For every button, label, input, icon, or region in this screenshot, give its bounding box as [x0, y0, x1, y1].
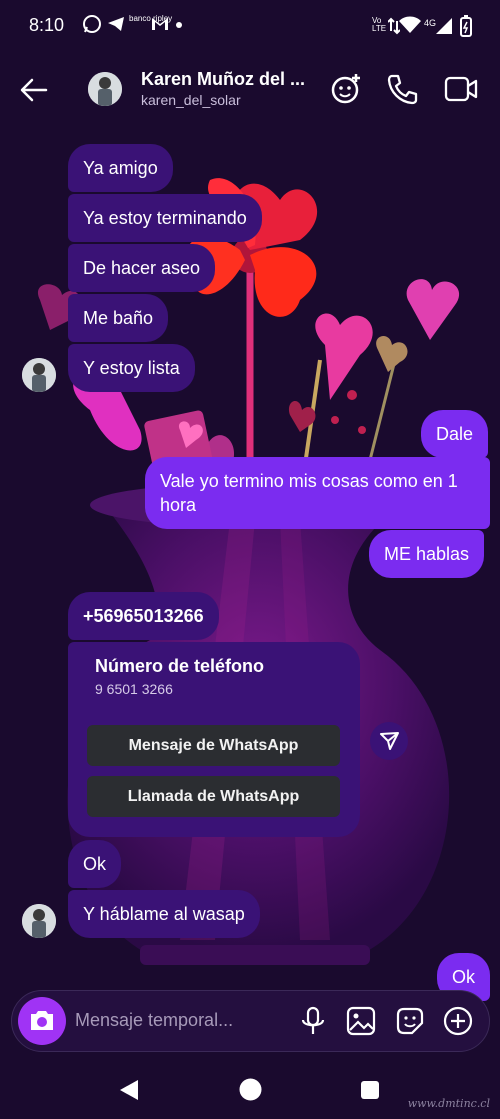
volte-icon: Vo LTE	[372, 16, 387, 33]
phone-call-icon[interactable]	[386, 72, 420, 106]
telegram-icon	[108, 17, 124, 31]
recents-square-icon[interactable]	[360, 1080, 380, 1100]
microphone-icon[interactable]	[297, 1005, 329, 1037]
card-phone-number: 9 6501 3266	[95, 681, 173, 697]
message-incoming[interactable]: Y háblame al wasap	[68, 890, 260, 938]
watermark: www.dmtinc.cl	[407, 1097, 490, 1110]
message-incoming[interactable]: Ok	[68, 840, 122, 888]
sender-avatar[interactable]	[22, 358, 56, 392]
send-icon	[380, 732, 399, 750]
camera-icon	[31, 1011, 53, 1030]
plus-icon[interactable]	[442, 1005, 474, 1037]
sticker-icon[interactable]	[394, 1005, 426, 1037]
effects-icon[interactable]	[329, 72, 363, 106]
video-call-icon[interactable]	[444, 72, 478, 106]
contact-username[interactable]: karen_del_solar	[141, 92, 241, 108]
gmail-icon	[152, 18, 168, 30]
contact-avatar[interactable]	[88, 72, 122, 106]
battery-icon	[460, 15, 472, 37]
message-incoming[interactable]: Me baño	[68, 294, 169, 342]
camera-button[interactable]	[18, 997, 66, 1045]
message-phone-number[interactable]: +56965013266	[68, 592, 219, 640]
contact-name[interactable]: Karen Muñoz del ...	[141, 69, 305, 90]
message-incoming[interactable]: Y estoy lista	[68, 344, 195, 392]
message-incoming[interactable]: De hacer aseo	[68, 244, 216, 292]
back-arrow-icon[interactable]	[18, 74, 50, 106]
message-composer: Mensaje temporal...	[11, 990, 490, 1052]
whatsapp-message-button[interactable]: Mensaje de WhatsApp	[87, 725, 340, 766]
message-input[interactable]: Mensaje temporal...	[75, 1010, 233, 1031]
message-outgoing[interactable]: Vale yo termino mis cosas como en 1 hora	[145, 457, 490, 529]
chat-header: Karen Muñoz del ... karen_del_solar	[0, 52, 500, 128]
wifi-icon	[399, 16, 421, 33]
gallery-icon[interactable]	[345, 1005, 377, 1037]
message-incoming[interactable]: Ya amigo	[68, 144, 173, 192]
phone-number-card: Número de teléfono 9 6501 3266 Mensaje d…	[68, 642, 360, 837]
signal-icon	[436, 18, 452, 34]
whatsapp-call-button[interactable]: Llamada de WhatsApp	[87, 776, 340, 817]
message-incoming[interactable]: Ya estoy terminando	[68, 194, 262, 242]
card-title: Número de teléfono	[95, 656, 265, 676]
forward-button[interactable]	[370, 722, 408, 760]
back-triangle-icon[interactable]	[118, 1078, 140, 1102]
message-outgoing[interactable]: ME hablas	[369, 530, 485, 578]
sender-avatar[interactable]	[22, 904, 56, 938]
whatsapp-icon	[83, 15, 101, 33]
status-time: 8:10	[29, 15, 65, 35]
status-bar: 8:10 banco ripley Vo LTE 4G	[0, 0, 500, 52]
system-navigation-bar	[0, 1060, 500, 1119]
home-circle-icon[interactable]	[239, 1078, 262, 1101]
message-outgoing[interactable]: Dale	[421, 410, 489, 458]
dot-icon	[176, 22, 182, 28]
